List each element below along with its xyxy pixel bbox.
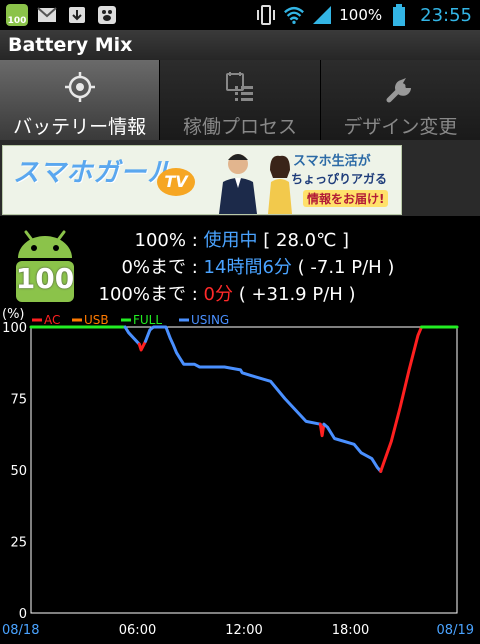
current-percent: 100% xyxy=(134,230,186,251)
legend-entry: AC xyxy=(44,313,60,327)
series-line-using xyxy=(322,422,383,473)
series-line-ac xyxy=(137,339,147,352)
separator: : xyxy=(191,284,198,305)
action-bar: Battery Mix xyxy=(0,30,480,61)
gmail-icon xyxy=(36,4,58,26)
charge-rate: ( +31.9 P/H ) xyxy=(238,284,356,305)
status-bar: 100 100% 23:55 xyxy=(0,0,480,30)
temperature: [ 28.0℃ ] xyxy=(263,230,350,251)
x-tick-label: 08/18 xyxy=(2,623,39,638)
discharge-rate: ( -7.1 P/H ) xyxy=(297,257,395,278)
y-tick-label: 50 xyxy=(10,464,27,479)
time-to-empty-line: 0%まで : 14時間6分 ( -7.1 P/H ) xyxy=(90,253,394,279)
status-line: 100% : 使用中 [ 28.0℃ ] xyxy=(90,226,350,252)
series-line-ac xyxy=(379,325,423,473)
separator: : xyxy=(191,257,198,278)
tab-battery-info[interactable]: バッテリー情報 xyxy=(0,60,161,140)
banner-tv-badge: TV xyxy=(157,168,195,196)
tab-design-change-label: デザイン変更 xyxy=(343,116,458,138)
tab-running-processes-label: 稼働プロセス xyxy=(182,116,297,138)
battery-history-chart: (%) AC USB FULL USING 0 25 50 75 100 08/18 06:00 12:… xyxy=(2,307,474,638)
y-tick-label: 100 xyxy=(2,321,27,336)
time-to-empty-label: 0%まで xyxy=(121,257,186,278)
legend-entry: USB xyxy=(84,313,109,327)
battery-info: 100 100% : 使用中 [ 28.0℃ ] 0%まで : 14時間6分 (… xyxy=(0,218,480,308)
series-line-ac xyxy=(318,422,326,438)
legend-entry: FULL xyxy=(133,313,162,327)
app-title: Battery Mix xyxy=(8,34,133,56)
tab-battery-info-label: バッテリー情報 xyxy=(13,116,147,138)
tab-bar: バッテリー情報 稼働プロセス デザイン変更 xyxy=(0,60,480,140)
time-to-full-line: 100%まで : 0分 ( +31.9 P/H ) xyxy=(90,280,356,306)
tab-design-change[interactable]: デザイン変更 xyxy=(320,60,480,140)
x-tick-label: 08/19 xyxy=(437,623,474,638)
plot-frame xyxy=(30,326,458,614)
target-icon xyxy=(64,72,95,102)
paw-icon xyxy=(96,4,118,26)
wifi-icon xyxy=(283,4,305,26)
ad-banner[interactable]: スマホガール TV スマホ生活が ちょっぴりアガる 情報をお届け! xyxy=(2,145,402,215)
series-line-using xyxy=(123,325,141,346)
banner-line-3: 情報をお届け! xyxy=(303,190,389,207)
banner-line-1: スマホ生活が xyxy=(293,154,371,169)
battery-icon xyxy=(388,4,410,26)
y-unit-label: (%) xyxy=(2,307,25,322)
banner-line-2: ちょっぴりアガる xyxy=(291,172,388,186)
signal-icon xyxy=(311,4,333,26)
y-tick-label: 25 xyxy=(10,536,27,551)
vibrate-icon xyxy=(255,4,277,26)
time-to-full-label: 100%まで xyxy=(98,284,186,305)
banner-title: スマホガール xyxy=(13,158,175,188)
series-line-using xyxy=(144,325,322,426)
system-icons: 100% 23:55 xyxy=(255,4,472,26)
status-value: 使用中 xyxy=(203,230,258,251)
tab-running-processes[interactable]: 稼働プロセス xyxy=(160,60,321,140)
x-tick-label: 18:00 xyxy=(332,623,369,638)
notification-icons: 100 xyxy=(6,4,118,26)
battery-level-badge: 100 xyxy=(15,262,75,295)
clock: 23:55 xyxy=(420,4,472,26)
x-tick-label: 12:00 xyxy=(225,623,262,638)
separator: : xyxy=(191,230,198,251)
ad-banner-area: スマホガール TV スマホ生活が ちょっぴりアガる 情報をお届け! xyxy=(0,140,480,216)
time-to-empty-value: 14時間6分 xyxy=(203,257,292,278)
process-list-icon xyxy=(225,72,253,101)
time-to-full-value: 0分 xyxy=(203,284,233,305)
android-battery-icon: 100 xyxy=(6,4,28,26)
legend-entry: USING xyxy=(191,313,229,327)
y-tick-label: 0 xyxy=(19,607,27,622)
battery-history-chart-area: (%) AC USB FULL USING 0 25 50 75 100 08/18 06:00 12:… xyxy=(0,306,480,640)
status-battery-badge: 100 xyxy=(7,16,27,26)
download-icon xyxy=(66,4,88,26)
y-tick-label: 75 xyxy=(10,393,27,408)
wrench-icon xyxy=(386,78,412,103)
banner-person-icon xyxy=(219,154,257,214)
x-tick-label: 06:00 xyxy=(119,623,156,638)
battery-percent: 100% xyxy=(339,6,383,24)
